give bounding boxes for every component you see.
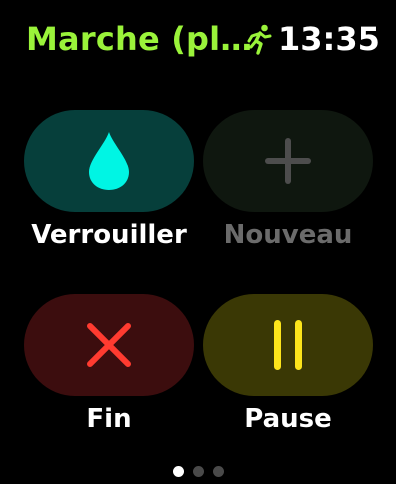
water-drop-icon xyxy=(89,132,129,190)
new-label: Nouveau xyxy=(223,220,353,250)
lock-label: Verrouiller xyxy=(31,220,187,250)
pause-button[interactable] xyxy=(203,294,373,396)
lock-control: Verrouiller xyxy=(24,110,194,250)
pause-control: Pause xyxy=(203,294,373,434)
clock: 13:35 xyxy=(278,20,380,58)
plus-icon xyxy=(265,138,311,184)
page-dot xyxy=(172,466,184,477)
running-figure-icon xyxy=(245,24,272,55)
new-button[interactable] xyxy=(203,110,373,212)
workout-title: Marche (pl… xyxy=(26,20,253,58)
x-mark-icon xyxy=(87,323,131,367)
pause-icon xyxy=(274,320,302,370)
end-label: Fin xyxy=(86,404,132,434)
page-dot xyxy=(212,466,224,477)
status-bar: Marche (pl… 13:35 xyxy=(0,0,396,80)
pause-label: Pause xyxy=(244,404,332,434)
end-control: Fin xyxy=(24,294,194,434)
end-button[interactable] xyxy=(24,294,194,396)
page-indicator[interactable] xyxy=(0,466,396,480)
page-dot xyxy=(192,466,204,477)
lock-button[interactable] xyxy=(24,110,194,212)
new-control: Nouveau xyxy=(203,110,373,250)
